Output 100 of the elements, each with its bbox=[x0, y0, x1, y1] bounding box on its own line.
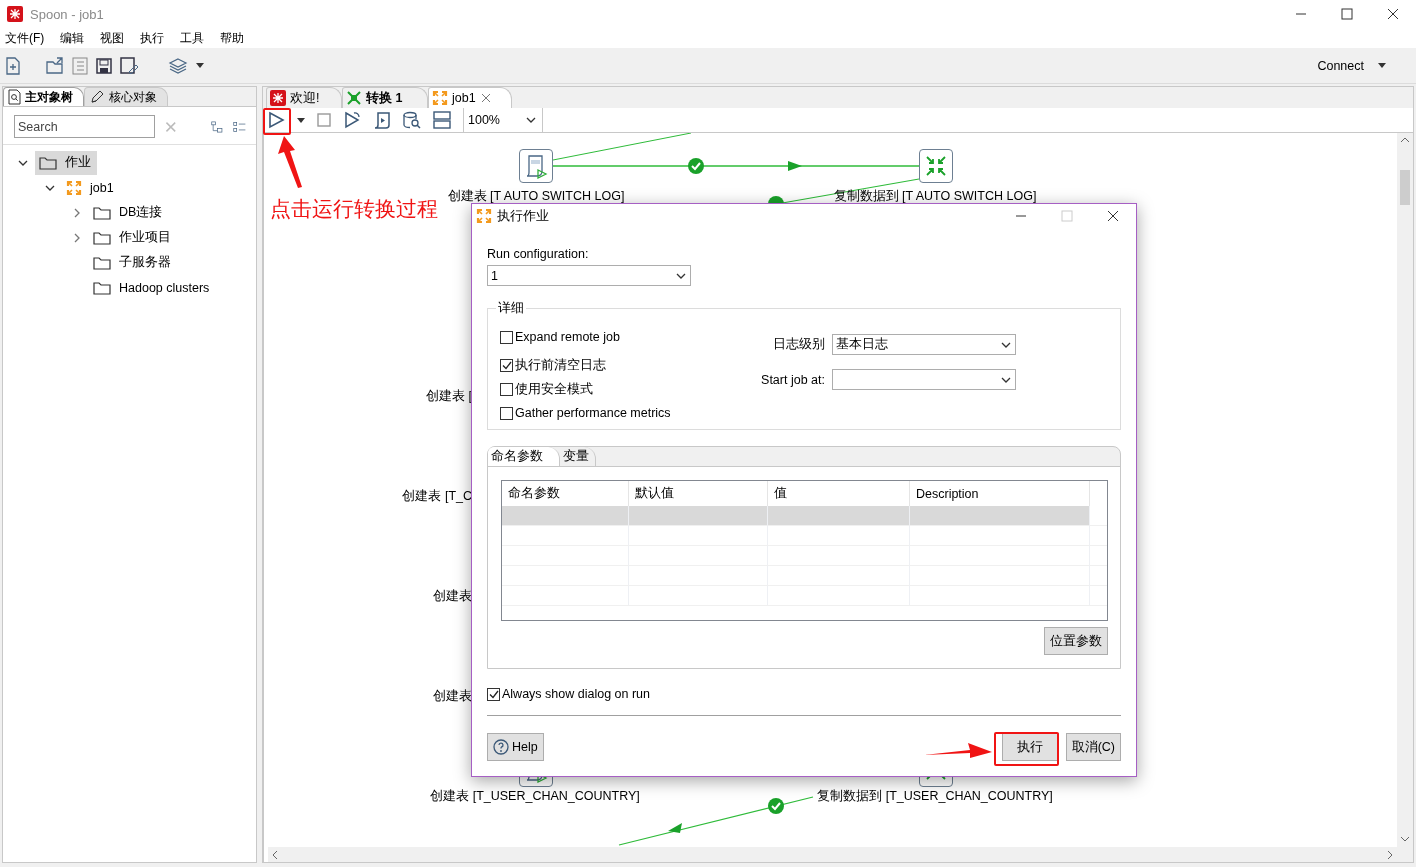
run-configuration-dropdown[interactable]: 1 bbox=[487, 265, 691, 286]
chevron-down-icon bbox=[1001, 376, 1011, 383]
checkbox-option[interactable]: Expand remote job bbox=[500, 327, 745, 347]
vertical-scrollbar[interactable] bbox=[1397, 133, 1413, 862]
dialog-title: 执行作业 bbox=[497, 207, 549, 225]
folder-icon bbox=[93, 204, 111, 221]
checkbox[interactable] bbox=[500, 406, 513, 420]
search-field[interactable]: Search bbox=[14, 115, 155, 138]
caret-icon bbox=[1378, 63, 1386, 68]
open-folder-icon[interactable] bbox=[46, 56, 64, 75]
checkbox-option[interactable]: Gather performance metrics bbox=[500, 403, 745, 423]
document-search-icon bbox=[8, 89, 21, 105]
help-button[interactable]: Help bbox=[487, 733, 544, 761]
step-label: 创建表 bbox=[432, 688, 472, 705]
tree-item-label: 作业项目 bbox=[119, 229, 171, 246]
folder-icon bbox=[93, 279, 111, 296]
window-title: Spoon - job1 bbox=[30, 6, 104, 22]
tree-item[interactable]: 作业 bbox=[35, 150, 97, 175]
checkbox-option[interactable]: 使用安全模式 bbox=[500, 379, 745, 399]
scroll-down-icon bbox=[1400, 836, 1410, 842]
job-step[interactable] bbox=[919, 149, 953, 183]
job-step[interactable] bbox=[519, 149, 553, 183]
tree-expand-icon[interactable] bbox=[211, 118, 223, 135]
save-as-icon[interactable] bbox=[120, 56, 138, 75]
field-label: Run configuration: bbox=[487, 247, 590, 261]
layout-icon[interactable] bbox=[433, 111, 451, 129]
chevron-down-icon bbox=[526, 117, 536, 123]
step-label: 复制数据到 [T_USER_CHAN_COUNTRY] bbox=[817, 788, 1053, 805]
save-icon[interactable] bbox=[96, 57, 112, 74]
tree-item-label: job1 bbox=[90, 180, 114, 195]
chevron-down-icon bbox=[676, 272, 686, 279]
tree-item-label: DB连接 bbox=[119, 204, 163, 221]
step-label: 创建表 [T_USER_CHAN_COUNTRY] bbox=[430, 788, 640, 805]
editor-tab[interactable]: 欢迎! bbox=[266, 87, 342, 108]
field-label: 日志级别 bbox=[772, 336, 825, 353]
tree-item[interactable]: Hadoop clusters bbox=[89, 275, 216, 300]
chevron-down-icon bbox=[45, 184, 55, 191]
tree-item[interactable]: DB连接 bbox=[89, 200, 169, 225]
log-level-dropdown[interactable]: 基本日志 bbox=[832, 334, 1016, 355]
new-file-icon[interactable] bbox=[6, 56, 20, 75]
tree-item[interactable]: 作业项目 bbox=[89, 225, 177, 250]
database-search-icon[interactable] bbox=[403, 111, 421, 129]
chevron-right-icon bbox=[74, 232, 80, 243]
dialog-tab[interactable]: 命名参数 bbox=[488, 447, 560, 466]
folder-icon bbox=[39, 154, 57, 171]
menu-item[interactable]: 文件(F) bbox=[2, 29, 50, 47]
menu-item[interactable]: 执行 bbox=[137, 29, 170, 47]
script-icon[interactable] bbox=[373, 111, 391, 129]
checkbox-option[interactable]: Always show dialog on run bbox=[487, 684, 1121, 704]
cancel-button[interactable]: 取消(C) bbox=[1065, 733, 1121, 761]
checkbox[interactable] bbox=[500, 382, 513, 396]
maximize-icon[interactable] bbox=[1341, 8, 1353, 20]
job-icon bbox=[432, 90, 448, 106]
highlight-frame bbox=[263, 108, 291, 135]
run-icon[interactable] bbox=[267, 111, 285, 129]
caret-icon bbox=[196, 63, 204, 68]
layers-icon[interactable] bbox=[168, 56, 188, 75]
start-job-dropdown[interactable] bbox=[832, 369, 1016, 390]
scroll-thumb[interactable] bbox=[1400, 170, 1410, 205]
group-title: 详细 bbox=[497, 300, 525, 317]
menu-item[interactable]: 视图 bbox=[97, 29, 130, 47]
annotation-text: 点击运行转换过程 bbox=[270, 196, 438, 222]
app-logo-icon bbox=[7, 6, 23, 22]
close-icon[interactable] bbox=[1107, 210, 1119, 222]
checkbox[interactable] bbox=[500, 358, 513, 372]
position-params-button[interactable]: 位置参数 bbox=[1044, 627, 1108, 655]
tree-item[interactable]: job1 bbox=[62, 175, 120, 200]
zoom-dropdown[interactable]: 100% bbox=[463, 108, 543, 132]
menu-item[interactable]: 帮助 bbox=[217, 29, 250, 47]
checkbox-option[interactable]: 执行前清空日志 bbox=[500, 355, 745, 375]
scroll-up-icon bbox=[1400, 137, 1410, 143]
step-label: 创建表 bbox=[432, 588, 472, 605]
menu-item[interactable]: 编辑 bbox=[57, 29, 90, 47]
field-label: Start job at: bbox=[760, 372, 825, 387]
pointer-arrow bbox=[276, 136, 304, 188]
editor-tab[interactable]: 转换 1 bbox=[342, 87, 428, 108]
close-icon[interactable] bbox=[1387, 8, 1399, 20]
editor-tab[interactable]: job1 bbox=[428, 87, 512, 108]
menu-item[interactable]: 工具 bbox=[177, 29, 210, 47]
panel-tab[interactable]: 核心对象 bbox=[84, 87, 168, 106]
step-label: 创建表 [T AUTO SWITCH LOG] bbox=[447, 188, 625, 205]
connect-button[interactable]: Connect bbox=[1311, 57, 1392, 74]
dialog-tab[interactable]: 变量 bbox=[560, 447, 596, 466]
folder-icon bbox=[93, 229, 111, 246]
job-icon bbox=[66, 179, 82, 196]
close-tab-icon[interactable] bbox=[479, 92, 492, 104]
tree-item[interactable]: 子服务器 bbox=[89, 250, 177, 275]
step-label: 复制数据到 [T AUTO SWITCH LOG] bbox=[833, 188, 1037, 205]
folder-icon bbox=[93, 254, 111, 271]
scroll-right-icon bbox=[1387, 849, 1393, 860]
step-label: 创建表 [T_C bbox=[401, 488, 472, 505]
spoon-icon bbox=[270, 90, 286, 106]
preview-icon[interactable] bbox=[343, 111, 361, 129]
panel-tab[interactable]: 主对象树 bbox=[3, 87, 84, 106]
job-icon bbox=[476, 208, 492, 224]
arrows-inward-icon bbox=[924, 154, 948, 178]
horizontal-scrollbar[interactable] bbox=[268, 847, 1397, 862]
checkbox[interactable] bbox=[487, 687, 500, 701]
tree-item-label: 作业 bbox=[65, 154, 91, 171]
checkbox[interactable] bbox=[500, 330, 513, 344]
